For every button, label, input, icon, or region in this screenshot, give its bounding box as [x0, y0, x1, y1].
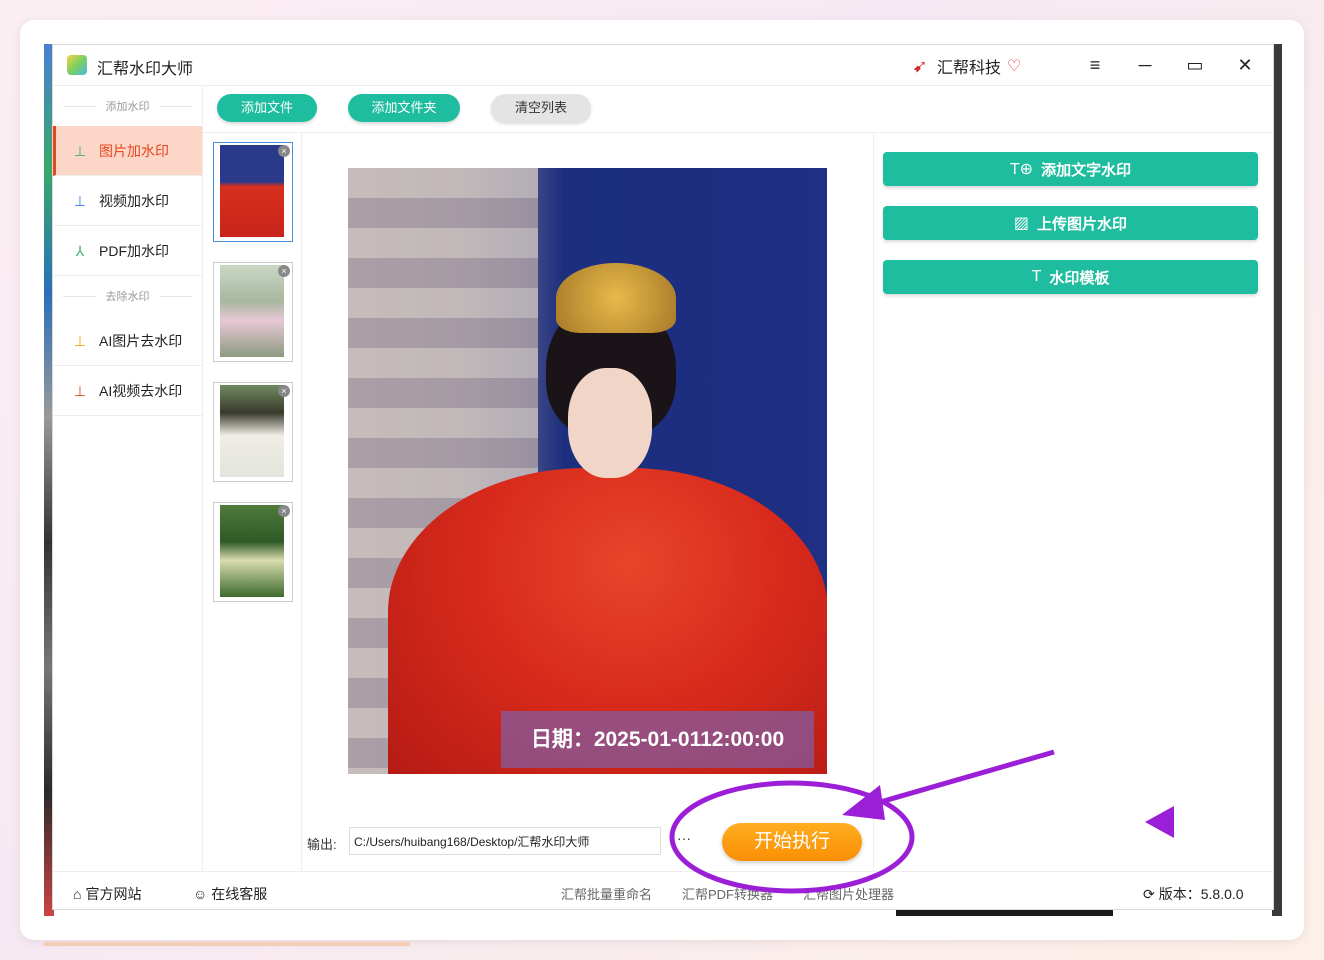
preview-figure-crown: [556, 263, 676, 333]
clear-list-button[interactable]: 清空列表: [491, 94, 591, 122]
heart-icon[interactable]: ♡: [1007, 56, 1021, 76]
background-decor-line: [44, 942, 410, 946]
sidebar-section-remove: 去除水印: [53, 276, 202, 316]
sidebar-item-label: AI图片去水印: [99, 332, 183, 349]
remove-thumbnail-icon[interactable]: ×: [278, 505, 290, 517]
remove-thumbnail-icon[interactable]: ×: [278, 385, 290, 397]
app-logo-icon: [67, 55, 87, 75]
sidebar-item-image-watermark[interactable]: ⊥ 图片加水印: [53, 126, 202, 176]
remove-thumbnail-icon[interactable]: ×: [278, 265, 290, 277]
menu-icon[interactable]: ≡: [1081, 53, 1109, 77]
refresh-icon: ⟳: [1143, 885, 1155, 902]
sidebar: 添加水印 ⊥ 图片加水印 ⊥ 视频加水印 ⅄ PDF加水印 去除水印 ⊥ AI图…: [53, 86, 203, 871]
online-service-link[interactable]: ☺ 在线客服: [193, 884, 267, 904]
sidebar-item-label: PDF加水印: [99, 242, 169, 259]
add-text-watermark-button[interactable]: T⊕ 添加文字水印: [883, 152, 1258, 186]
thumbnail-list: × × × ×: [203, 132, 302, 871]
sidebar-item-label: AI视频去水印: [99, 382, 183, 399]
stamp-icon: ⊥: [73, 142, 87, 159]
titlebar: 汇帮水印大师 ➹ 汇帮科技 ♡ ≡ ─ ▭ ✕: [53, 45, 1273, 86]
remove-thumbnail-icon[interactable]: ×: [278, 145, 290, 157]
online-service-label: 在线客服: [211, 886, 268, 902]
add-file-button[interactable]: 添加文件: [217, 94, 317, 122]
app-window: 汇帮水印大师 ➹ 汇帮科技 ♡ ≡ ─ ▭ ✕ 添加水印 ⊥ 图片加水印 ⊥ 视…: [52, 44, 1274, 910]
maximize-icon[interactable]: ▭: [1181, 53, 1209, 77]
statusbar: ⌂ 官方网站 ☺ 在线客服 汇帮批量重命名 汇帮PDF转换器 汇帮图片处理器 ⟳…: [53, 871, 1273, 909]
brand: ➹ 汇帮科技 ♡: [909, 54, 1021, 78]
text-add-icon: T⊕: [1009, 161, 1034, 178]
close-icon[interactable]: ✕: [1231, 53, 1259, 77]
preview-area: 日期：2025-01-0112:00:00 输出: C:/Users/huiba…: [302, 132, 874, 871]
toolbar: 添加文件 添加文件夹 清空列表: [203, 86, 1273, 133]
thumbnail-item[interactable]: ×: [213, 142, 293, 242]
version-info[interactable]: ⟳ 版本：5.8.0.0: [1143, 884, 1244, 904]
thumbnail-item[interactable]: ×: [213, 382, 293, 482]
home-icon: ⌂: [73, 886, 82, 902]
app-title: 汇帮水印大师: [97, 61, 194, 78]
sidebar-item-video-watermark[interactable]: ⊥ 视频加水印: [53, 176, 202, 226]
image-icon: ▨: [1013, 215, 1030, 232]
sidebar-item-ai-video-remove[interactable]: ⊥ AI视频去水印: [53, 366, 202, 416]
thumbnail-item[interactable]: ×: [213, 262, 293, 362]
start-button[interactable]: 开始执行: [722, 823, 862, 861]
official-site-link[interactable]: ⌂ 官方网站: [73, 884, 141, 904]
thumbnail-item[interactable]: ×: [213, 502, 293, 602]
right-panel: T⊕ 添加文字水印 ▨ 上传图片水印 T 水印模板: [874, 132, 1273, 871]
minimize-icon[interactable]: ─: [1131, 53, 1159, 77]
stamp-icon: ⊥: [73, 332, 87, 349]
sidebar-item-label: 视频加水印: [99, 192, 169, 209]
browse-button[interactable]: ···: [677, 830, 691, 846]
image-processor-link[interactable]: 汇帮图片处理器: [803, 884, 894, 903]
output-label: 输出:: [307, 837, 337, 852]
stamp-icon: ⊥: [73, 382, 87, 399]
version-label: 版本：5.8.0.0: [1158, 886, 1244, 902]
batch-rename-link[interactable]: 汇帮批量重命名: [561, 884, 652, 903]
preview-figure-face: [568, 368, 652, 478]
pdf-icon: ⅄: [75, 242, 85, 259]
sidebar-item-pdf-watermark[interactable]: ⅄ PDF加水印: [53, 226, 202, 276]
button-label: 上传图片水印: [1037, 215, 1128, 233]
thumbnail-image: [220, 265, 284, 357]
sidebar-item-label: 图片加水印: [99, 142, 169, 159]
sidebar-item-ai-image-remove[interactable]: ⊥ AI图片去水印: [53, 316, 202, 366]
button-label: 水印模板: [1049, 269, 1110, 287]
upload-image-watermark-button[interactable]: ▨ 上传图片水印: [883, 206, 1258, 240]
add-folder-button[interactable]: 添加文件夹: [348, 94, 460, 122]
watermark-template-button[interactable]: T 水印模板: [883, 260, 1258, 294]
thumbnail-image: [220, 385, 284, 477]
preview-image: 日期：2025-01-0112:00:00: [348, 168, 827, 774]
text-icon: T: [1031, 268, 1042, 285]
headset-icon: ☺: [193, 886, 208, 902]
output-path-input[interactable]: C:/Users/huibang168/Desktop/汇帮水印大师: [349, 827, 661, 855]
button-label: 添加文字水印: [1041, 161, 1132, 179]
sidebar-section-add: 添加水印: [53, 86, 202, 126]
stamp-icon: ⊥: [73, 192, 87, 209]
pdf-converter-link[interactable]: 汇帮PDF转换器: [682, 884, 773, 903]
thumbnail-image: [220, 145, 284, 237]
watermark-preview-text[interactable]: 日期：2025-01-0112:00:00: [501, 711, 814, 768]
thumbnail-image: [220, 505, 284, 597]
brand-logo-icon: ➹: [912, 56, 928, 76]
official-site-label: 官方网站: [85, 886, 142, 902]
brand-name: 汇帮科技: [937, 60, 1002, 77]
